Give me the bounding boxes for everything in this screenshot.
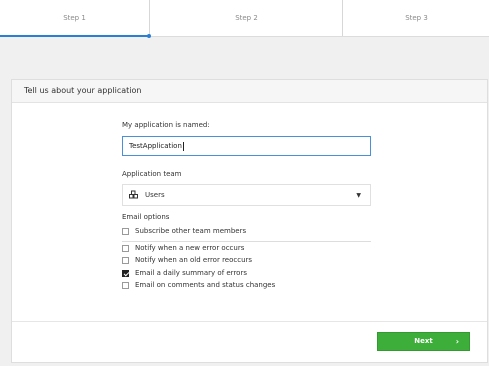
- email-option-label: Email a daily summary of errors: [135, 269, 247, 277]
- subscribe-checkbox[interactable]: [122, 228, 129, 235]
- panel-footer-divider: [12, 321, 487, 322]
- application-setup-panel: Tell us about your application My applic…: [11, 79, 488, 363]
- app-team-select[interactable]: Users ▼: [122, 184, 371, 206]
- step-3-tab[interactable]: Step 3: [342, 0, 489, 36]
- app-name-value: TestApplication: [129, 142, 182, 150]
- email-option-label: Subscribe other team members: [135, 227, 247, 235]
- email-option-label: Notify when an old error reoccurs: [135, 256, 253, 264]
- step-progress-indicator: [0, 35, 149, 37]
- panel-title: Tell us about your application: [24, 86, 142, 95]
- new-error-checkbox[interactable]: [122, 245, 129, 252]
- step-progress-dot: [147, 34, 151, 38]
- chevron-down-icon: ▼: [356, 192, 361, 199]
- text-cursor: [182, 141, 184, 151]
- app-team-label: Application team: [122, 170, 182, 178]
- step-1-tab[interactable]: Step 1: [0, 0, 149, 36]
- options-divider: [122, 241, 371, 242]
- app-name-label: My application is named:: [122, 121, 210, 129]
- comments-checkbox[interactable]: [122, 282, 129, 289]
- chevron-right-icon: ›: [455, 337, 459, 346]
- reoccur-checkbox[interactable]: [122, 257, 129, 264]
- email-options-label: Email options: [122, 213, 170, 221]
- app-name-input[interactable]: TestApplication: [122, 136, 371, 156]
- daily-summary-checkbox[interactable]: [122, 270, 129, 277]
- step-2-tab[interactable]: Step 2: [149, 0, 343, 36]
- next-button-label: Next: [414, 337, 433, 345]
- team-icon: [129, 190, 138, 199]
- next-button[interactable]: Next ›: [377, 332, 470, 351]
- email-option-label: Email on comments and status changes: [135, 281, 276, 289]
- step-progress-bar: Step 1 Step 2 Step 3: [0, 0, 489, 38]
- email-option-label: Notify when a new error occurs: [135, 244, 245, 252]
- panel-header: Tell us about your application: [12, 80, 487, 103]
- app-team-value: Users: [145, 191, 165, 199]
